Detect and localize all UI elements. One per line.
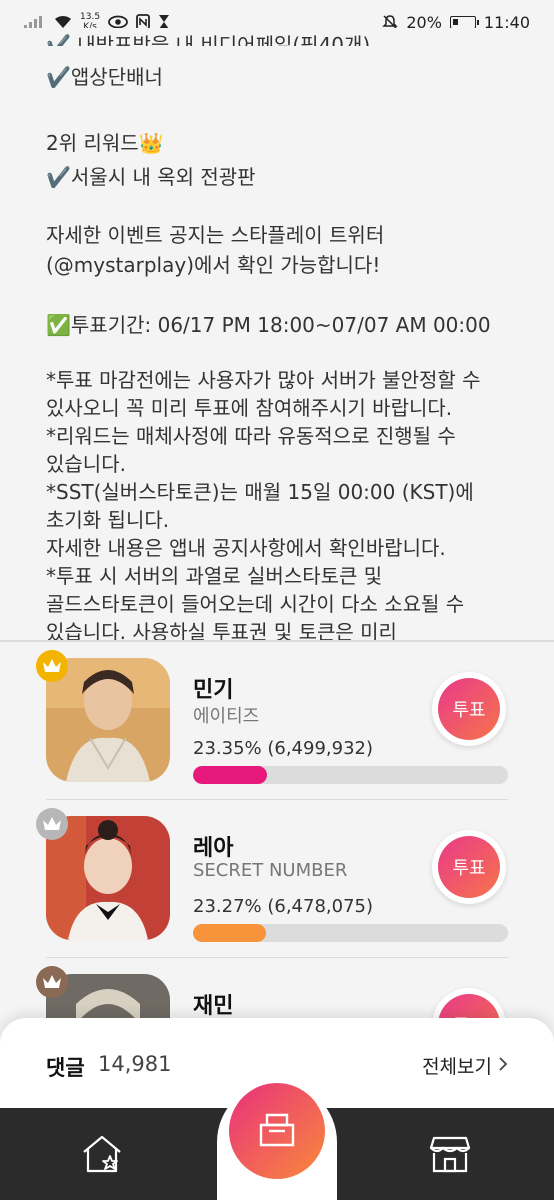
vote-button[interactable]: 투표	[432, 672, 506, 746]
view-all-link[interactable]: 전체보기	[422, 1052, 508, 1079]
ballot-box-icon	[257, 1109, 297, 1153]
event-notice: ✔️ 내방표방을 내 비디어페일(픽40개) ✔️앱상단배너 2위 리워드👑 ✔…	[0, 28, 554, 640]
notice-note: *SST(실버스타토큰)는 매월 15일 00:00 (KST)에 초기화 됩니…	[46, 480, 474, 532]
vote-progress-bar	[193, 924, 508, 942]
artist-name: 재민	[193, 994, 234, 1019]
vote-button[interactable]: 투표	[432, 830, 506, 904]
artist-photo[interactable]	[46, 816, 170, 940]
artist-group: SECRET NUMBER	[193, 860, 348, 881]
ranking-item[interactable]: 레아 SECRET NUMBER 23.27% (6,478,075) 투표	[0, 800, 554, 958]
chevron-right-icon	[498, 1055, 508, 1077]
eye-icon	[108, 15, 128, 29]
ranking-item[interactable]: 민기 에이티즈 23.35% (6,499,932) 투표	[0, 642, 554, 800]
vote-percent: 23.27% (6,478,075)	[193, 896, 374, 917]
vote-progress-bar	[193, 766, 508, 784]
home-star-icon	[80, 1135, 124, 1178]
notice-note: 자세한 내용은 앱내 공지사항에서 확인바랍니다.	[46, 536, 446, 560]
notice-vote-period: ✅투표기간: 06/17 PM 18:00~07/07 AM 00:00	[46, 313, 491, 337]
vote-percent: 23.35% (6,499,932)	[193, 738, 374, 759]
store-icon	[428, 1136, 472, 1178]
notice-event-info: 자세한 이벤트 공지는 스타플레이 트위터	[46, 223, 385, 247]
comment-count: 14,981	[98, 1052, 172, 1076]
vote-nav-button[interactable]	[229, 1083, 325, 1179]
store-nav-button[interactable]	[428, 1134, 472, 1174]
vote-progress-fill	[193, 766, 267, 784]
crown-icon	[36, 966, 68, 998]
notice-rank2-item: ✔️서울시 내 옥외 전광판	[46, 165, 256, 189]
vote-progress-fill	[193, 924, 267, 942]
crown-icon	[36, 808, 68, 840]
home-nav-button[interactable]	[80, 1134, 124, 1174]
artist-name: 레아	[193, 836, 234, 861]
notice-event-info-2: (@mystarplay)에서 확인 가능합니다!	[46, 253, 381, 277]
signal-icon	[24, 15, 46, 29]
notice-line-partial: ✔️ 내방표방을 내 비디어페일(픽40개)	[46, 33, 371, 46]
artist-name: 민기	[193, 678, 234, 703]
vote-button-label: 투표	[438, 836, 500, 898]
ranking-list: 민기 에이티즈 23.35% (6,499,932) 투표 레아 SECRET …	[0, 642, 554, 1062]
crown-icon	[36, 650, 68, 682]
vote-button-label: 투표	[438, 678, 500, 740]
notice-line: ✔️앱상단배너	[46, 65, 163, 89]
wifi-icon	[54, 15, 72, 29]
view-all-label: 전체보기	[422, 1056, 492, 1078]
notice-note: *투표 마감전에는 사용자가 많아 서버가 불안정할 수 있사오니 꼭 미리 투…	[46, 368, 481, 420]
comment-label: 댓글	[46, 1056, 85, 1080]
notice-rank2-title: 2위 리워드👑	[46, 131, 164, 155]
artist-photo[interactable]	[46, 658, 170, 782]
notice-note: *투표 시 서버의 과열로 실버스타토큰 및 골드스타토큰이 들어오는데 시간이…	[46, 564, 465, 640]
artist-group: 에이티즈	[193, 706, 260, 727]
battery-icon	[449, 15, 479, 29]
notice-note: *리워드는 매체사정에 따라 유동적으로 진행될 수 있습니다.	[46, 424, 456, 476]
